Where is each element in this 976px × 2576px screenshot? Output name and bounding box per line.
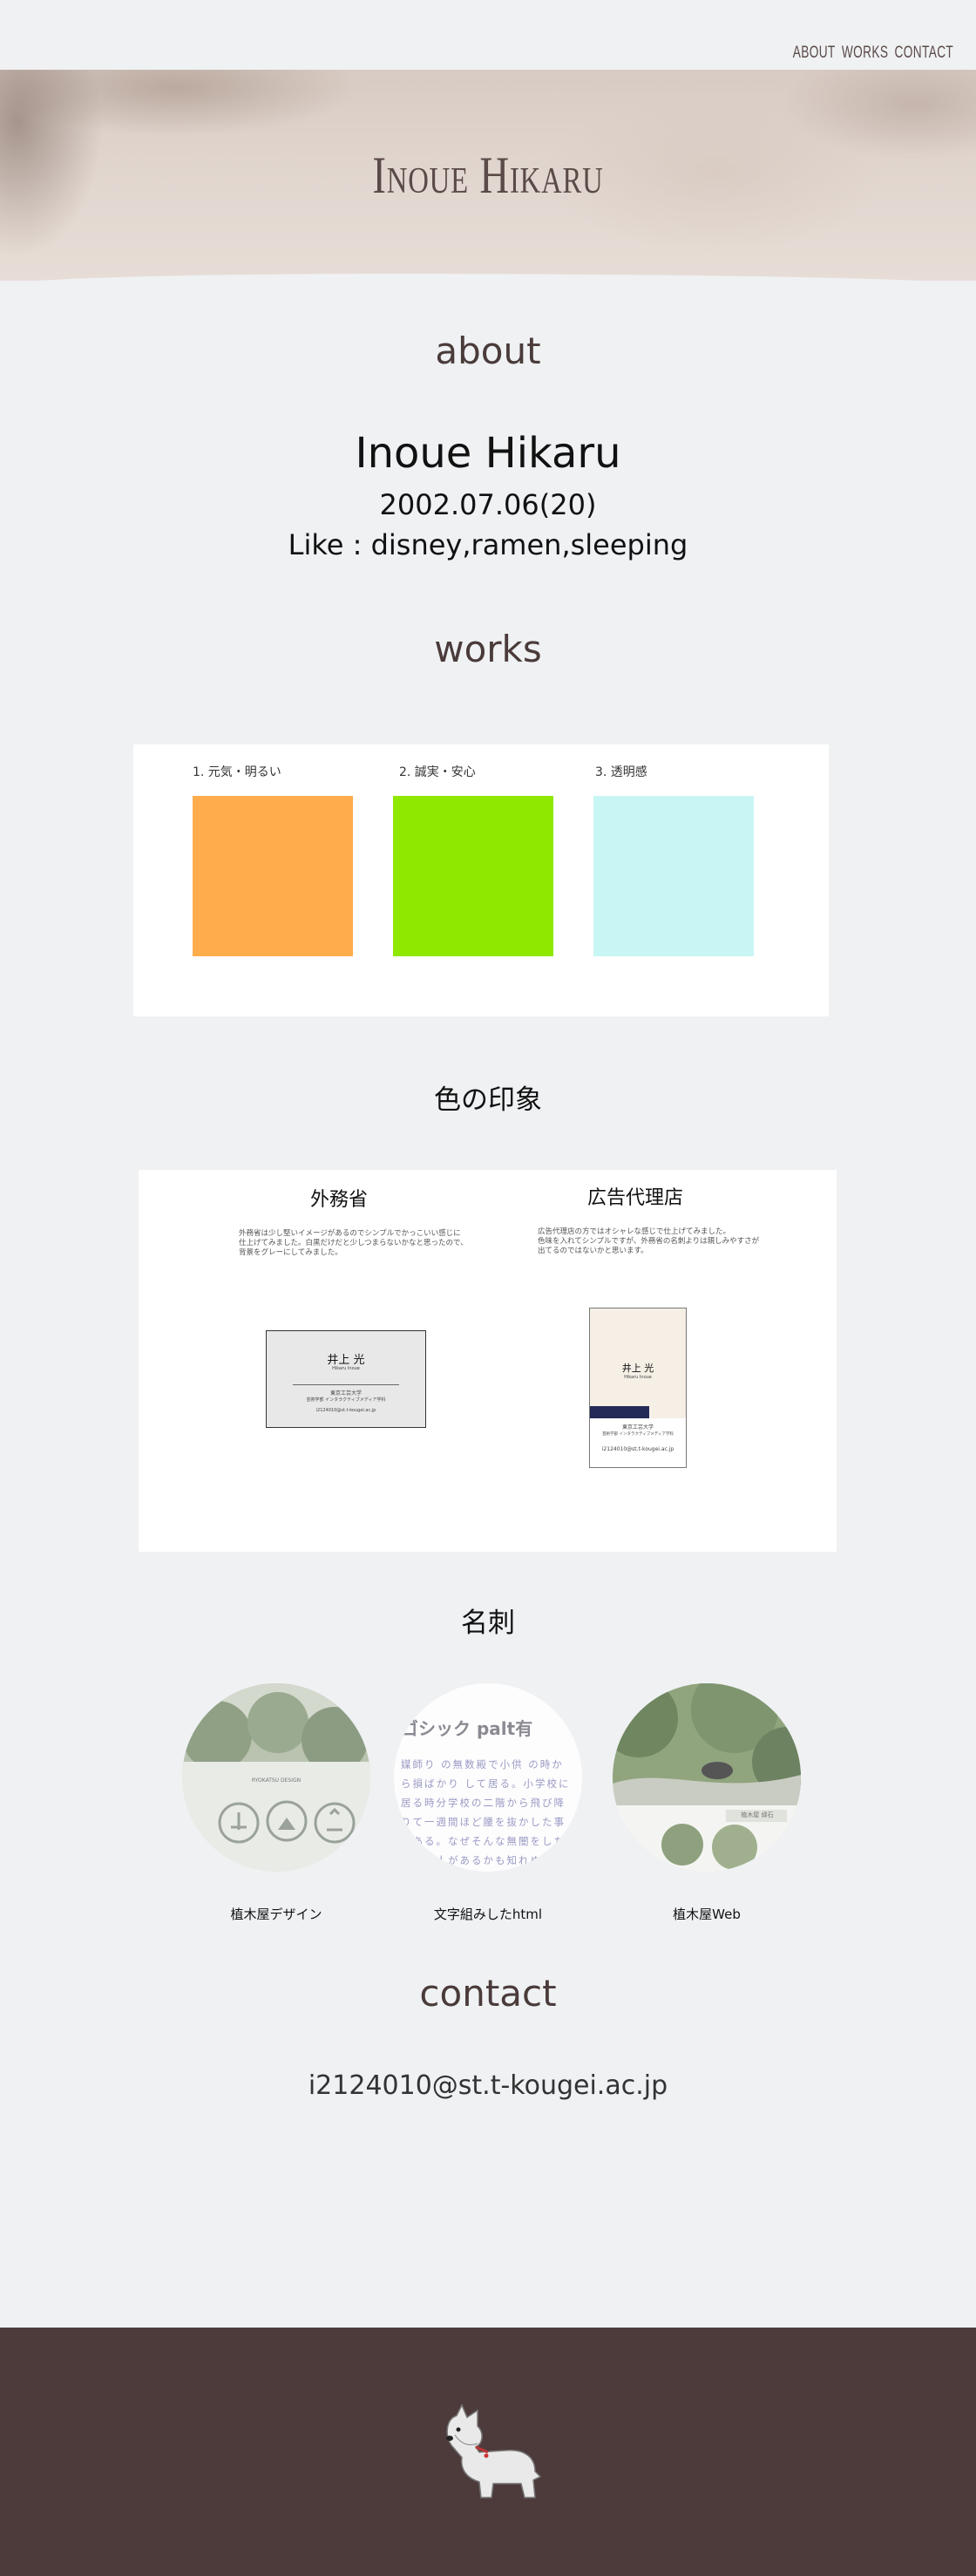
hero-title: Inoue Hikaru: [372, 146, 604, 204]
thumb-moji-html[interactable]: 游ゴシック palt有 媒師り の無数殿で小供 の時から損ばかり して居る。小学…: [394, 1683, 582, 1872]
color-label-1: 1. 元気・明るい: [193, 765, 281, 779]
business-card-panel: 外務省 外務省は少し堅いイメージがあるのでシンプルでかっこいい感じに 仕上げてみ…: [139, 1170, 837, 1552]
card-title-mofa: 外務省: [309, 1189, 368, 1211]
about-heading: about: [435, 330, 541, 372]
color-label-2: 2. 誠実・安心: [399, 765, 476, 779]
vcard-dept: 芸術学部 インタラクティブメディア学科: [602, 1432, 674, 1437]
bizcard-dept: 芸術学部 インタラクティブメディア学科: [306, 1397, 386, 1403]
works-heading: works: [434, 628, 542, 670]
business-card-mofa: 井上 光 Hikaru Inoue 東京工芸大学 芸術学部 インタラクティブメデ…: [266, 1330, 426, 1428]
footer: [0, 2328, 976, 2576]
vcard-roman: Hikaru Inoue: [624, 1375, 652, 1380]
business-card-agency: 井上 光 Hikaru Inoue 東京工芸大学 芸術学部 インタラクティブメデ…: [589, 1308, 687, 1468]
ueki-design-caption: RYOKATSU DESIGN: [251, 1777, 302, 1784]
color-label-3: 3. 透明感: [595, 765, 647, 779]
ueki-web-caption: 植木屋 緑石: [741, 1811, 774, 1818]
vcard-navy-band: [590, 1406, 649, 1418]
thumb-ueki-web-label[interactable]: 植木屋Web: [613, 1905, 801, 1923]
vcard-mail: i2124010@st.t-kougei.ac.jp: [601, 1446, 674, 1452]
moji-html-heading: 游ゴシック palt有: [394, 1718, 533, 1739]
color-swatch-green: [393, 796, 553, 956]
nav-about-link[interactable]: ABOUT: [793, 44, 836, 63]
card-desc-mofa: 外務省は少し堅いイメージがあるのでシンプルでかっこいい感じに 仕上げてみました。…: [239, 1229, 468, 1257]
colors-title: 色の印象: [434, 1084, 542, 1116]
scottie-dog-icon: [446, 2403, 542, 2498]
color-swatch-cyan: [593, 796, 754, 956]
bizcard-mail: i2124010@st.t-kougei.ac.jp: [315, 1408, 376, 1413]
bizcard-roman: Hikaru Inoue: [332, 1366, 360, 1371]
top-nav: ABOUT WORKS CONTACT: [793, 44, 953, 63]
vcard-school: 東京工芸大学: [621, 1424, 654, 1431]
about-like: Like : disney,ramen,sleeping: [288, 528, 688, 561]
about-birthday: 2002.07.06(20): [379, 488, 597, 521]
thumb-ueki-design-label[interactable]: 植木屋デザイン: [182, 1905, 370, 1923]
cards-title: 名刺: [461, 1607, 515, 1639]
about-name: Inoue Hikaru: [355, 429, 621, 478]
card-desc-agency: 広告代理店の方ではオシャレな感じで仕上げてみました。 色味を入れてシンプルですが…: [538, 1227, 760, 1255]
bizcard-school: 東京工芸大学: [329, 1390, 362, 1397]
color-impression-panel: 1. 元気・明るい 2. 誠実・安心 3. 透明感: [133, 744, 829, 1016]
contact-heading: contact: [419, 1972, 557, 2015]
card-title-agency: 広告代理店: [586, 1187, 683, 1209]
thumb-ueki-design[interactable]: RYOKATSU DESIGN: [182, 1683, 370, 1872]
bizcard-divider: [293, 1384, 399, 1385]
color-swatch-orange: [193, 796, 353, 956]
contact-email[interactable]: i2124010@st.t-kougei.ac.jp: [0, 2070, 976, 2101]
thumb-ueki-web[interactable]: 植木屋 緑石: [613, 1683, 801, 1872]
thumb-moji-html-label[interactable]: 文字組みしたhtml: [394, 1905, 582, 1923]
nav-works-link[interactable]: WORKS: [842, 44, 888, 63]
vcard-name: 井上 光: [621, 1363, 654, 1374]
bizcard-name: 井上 光: [327, 1354, 365, 1367]
moji-html-body: 媒師り の無数殿で小供 の時から損ばかり して居る。小学校に居る時分学校の二階か…: [401, 1758, 571, 1866]
ueki-web-illustration: [613, 1683, 801, 1872]
nav-contact-link[interactable]: CONTACT: [894, 44, 953, 63]
